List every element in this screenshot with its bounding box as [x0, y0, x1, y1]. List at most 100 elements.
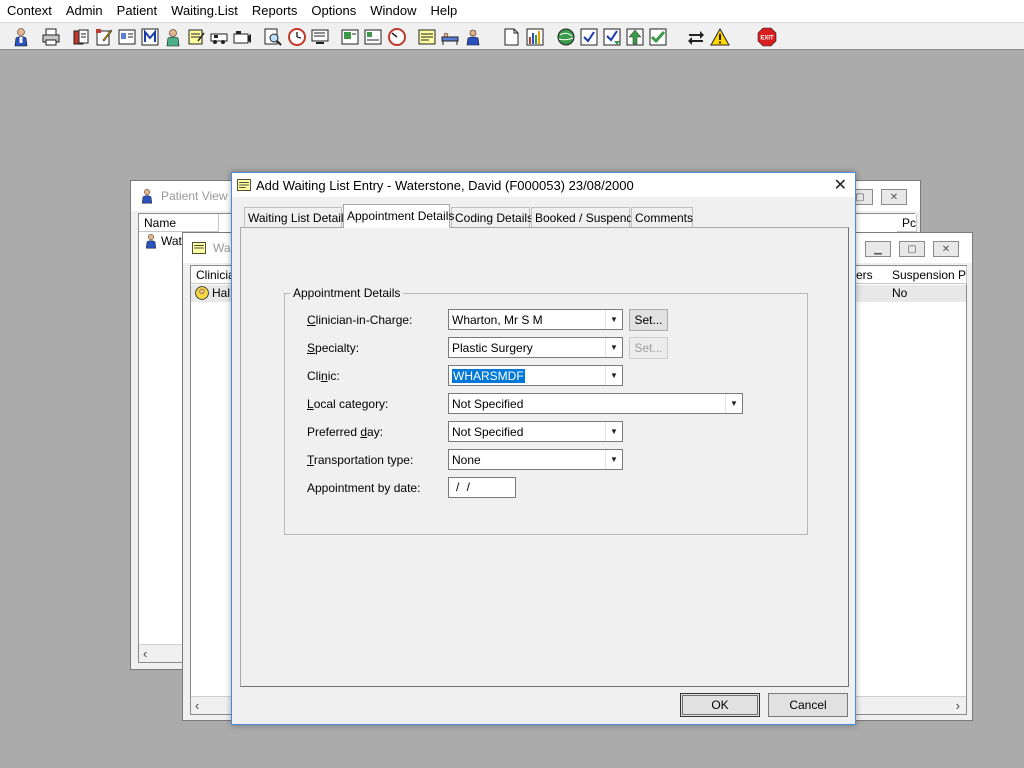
- check-icon[interactable]: [578, 26, 600, 48]
- tab-waiting-list-details[interactable]: Waiting List Details: [244, 207, 350, 227]
- chevron-down-icon[interactable]: ▼: [605, 450, 622, 469]
- menu-context[interactable]: Context: [0, 0, 59, 22]
- notes-icon[interactable]: [185, 26, 207, 48]
- ok-button[interactable]: OK: [680, 693, 760, 717]
- column-header-ers[interactable]: ers: [851, 266, 891, 284]
- green-arrow-icon[interactable]: [624, 26, 646, 48]
- chevron-down-icon[interactable]: ▼: [605, 310, 622, 329]
- column-header-pc[interactable]: Pc: [897, 214, 917, 232]
- forms-icon[interactable]: [362, 26, 384, 48]
- bar-chart-icon[interactable]: [524, 26, 546, 48]
- preferred-day-combo[interactable]: Not Specified ▼: [448, 421, 623, 442]
- clinician-cell: Hal: [212, 286, 231, 300]
- specialty-value: Plastic Surgery: [452, 340, 533, 355]
- preferred-day-value: Not Specified: [452, 424, 524, 439]
- local-category-label: Local category:: [307, 397, 389, 411]
- patient-view-title: Patient View: [161, 189, 228, 203]
- tab-booked-suspend[interactable]: Booked / Suspend: [531, 207, 633, 227]
- menu-window[interactable]: Window: [363, 0, 423, 22]
- scroll-left-icon[interactable]: ‹: [195, 698, 199, 713]
- clock-icon[interactable]: [286, 26, 308, 48]
- dialog-titlebar: Add Waiting List Entry - Waterstone, Dav…: [232, 173, 855, 197]
- specialty-combo[interactable]: Plastic Surgery ▼: [448, 337, 623, 358]
- patient-icon: [139, 188, 155, 204]
- add-waiting-list-entry-dialog: Add Waiting List Entry - Waterstone, Dav…: [231, 172, 856, 725]
- menu-reports[interactable]: Reports: [245, 0, 305, 22]
- column-header-suspension[interactable]: Suspension Pe: [887, 266, 967, 284]
- note-icon[interactable]: [416, 26, 438, 48]
- tab-appointment-details[interactable]: Appointment Details: [343, 204, 454, 228]
- tab-comments[interactable]: Comments: [631, 207, 693, 227]
- menu-waiting-list[interactable]: Waiting.List: [164, 0, 245, 22]
- appointment-by-date-label: Appointment by date:: [307, 481, 421, 495]
- chevron-down-icon[interactable]: ▼: [605, 422, 622, 441]
- patient-icon[interactable]: [10, 26, 32, 48]
- cancel-button[interactable]: Cancel: [768, 693, 848, 717]
- printer-icon[interactable]: [40, 26, 62, 48]
- close-icon[interactable]: ✕: [834, 175, 847, 195]
- specialty-set-button[interactable]: Set...: [629, 337, 668, 359]
- menu-bar: Context Admin Patient Waiting.List Repor…: [0, 0, 1024, 22]
- globe-icon[interactable]: [555, 26, 577, 48]
- local-category-combo[interactable]: Not Specified ▼: [448, 393, 743, 414]
- m-icon[interactable]: [139, 26, 161, 48]
- chevron-down-icon[interactable]: ▼: [605, 338, 622, 357]
- column-header-name[interactable]: Name: [139, 214, 219, 232]
- close-icon[interactable]: ✕: [933, 241, 959, 257]
- clinician-label: Clinician-in-Charge:: [307, 313, 413, 327]
- document-icon[interactable]: [500, 26, 522, 48]
- patient-icon: [143, 233, 159, 249]
- dialog-title: Add Waiting List Entry - Waterstone, Dav…: [256, 177, 634, 193]
- scroll-left-icon[interactable]: ‹: [143, 646, 147, 661]
- warning-icon[interactable]: [709, 26, 731, 48]
- scroll-right-icon[interactable]: ›: [956, 698, 960, 713]
- clinician-combo[interactable]: Wharton, Mr S M ▼: [448, 309, 623, 330]
- clinic-value: WHARSMDF: [452, 368, 525, 383]
- doctor-icon[interactable]: [162, 26, 184, 48]
- transportation-type-combo[interactable]: None ▼: [448, 449, 623, 470]
- restore-icon[interactable]: ▢: [899, 241, 925, 257]
- transportation-type-value: None: [452, 452, 481, 467]
- note-icon: [236, 177, 252, 193]
- tab-coding-details[interactable]: Coding Details: [451, 207, 533, 227]
- transfer-icon[interactable]: [685, 26, 707, 48]
- appointment-details-panel: Appointment Details Clinician-in-Charge:…: [240, 227, 849, 687]
- svg-text:EXIT: EXIT: [760, 36, 774, 42]
- monitor-icon[interactable]: [309, 26, 331, 48]
- menu-options[interactable]: Options: [304, 0, 363, 22]
- chevron-down-icon[interactable]: ▼: [605, 366, 622, 385]
- group-title: Appointment Details: [290, 286, 404, 300]
- user-card-icon[interactable]: [462, 26, 484, 48]
- photo-icon[interactable]: [339, 26, 361, 48]
- chevron-down-icon[interactable]: ▼: [725, 394, 742, 413]
- folders-icon[interactable]: [70, 26, 92, 48]
- appointment-by-date-input[interactable]: / /: [448, 477, 516, 498]
- suspension-cell: No: [892, 286, 908, 300]
- preferred-day-label: Preferred day:: [307, 425, 384, 439]
- clinician-value: Wharton, Mr S M: [452, 312, 543, 327]
- camera-icon[interactable]: [231, 26, 253, 48]
- waiting-list-entry-icon: [194, 285, 210, 301]
- menu-help[interactable]: Help: [423, 0, 464, 22]
- menu-admin[interactable]: Admin: [59, 0, 110, 22]
- find-icon[interactable]: [262, 26, 284, 48]
- check-down-icon[interactable]: [601, 26, 623, 48]
- transportation-type-label: Transportation type:: [307, 453, 414, 467]
- clinic-combo[interactable]: WHARSMDF ▼: [448, 365, 623, 386]
- green-check-icon[interactable]: [647, 26, 669, 48]
- appointment-details-group: Appointment Details Clinician-in-Charge:…: [284, 286, 808, 535]
- edit-icon[interactable]: [93, 26, 115, 48]
- menu-patient[interactable]: Patient: [110, 0, 164, 22]
- bed-icon[interactable]: [439, 26, 461, 48]
- note-icon: [191, 240, 207, 256]
- id-card-icon[interactable]: [116, 26, 138, 48]
- clinician-set-button[interactable]: Set...: [629, 309, 668, 331]
- close-icon[interactable]: ✕: [881, 189, 907, 205]
- ambulance-icon[interactable]: [208, 26, 230, 48]
- clinic-label: Clinic:: [307, 369, 340, 383]
- minimize-icon[interactable]: ▁: [865, 241, 891, 257]
- dial-icon[interactable]: [386, 26, 408, 48]
- toolbar: EXIT: [0, 22, 1024, 50]
- exit-icon[interactable]: EXIT: [756, 26, 778, 48]
- specialty-label: Specialty:: [307, 341, 360, 355]
